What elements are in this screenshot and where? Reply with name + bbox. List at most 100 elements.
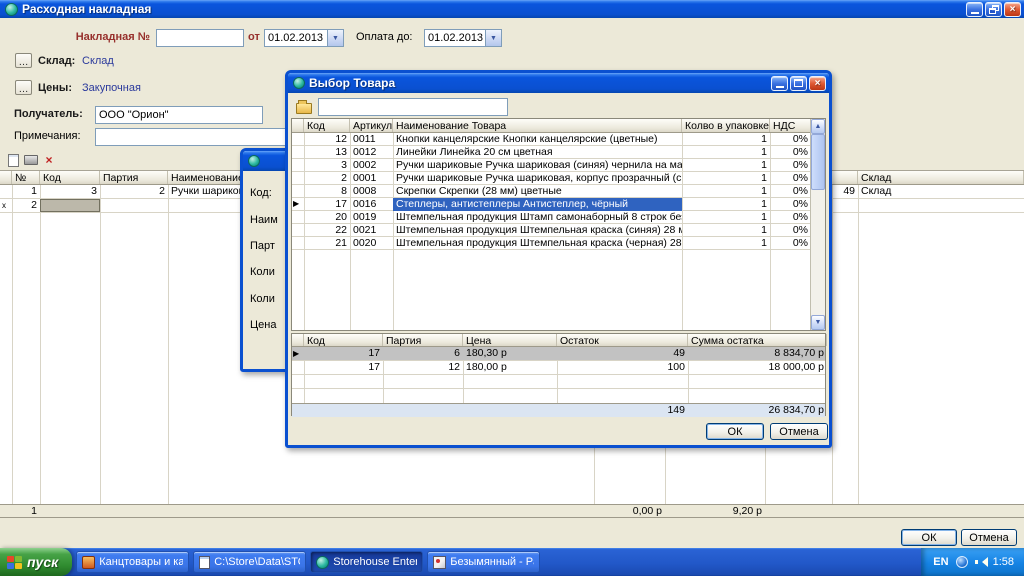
product-grid: Код Артикул Наименование Товара Колво в … xyxy=(291,118,826,331)
scroll-down-button[interactable]: ▼ xyxy=(811,315,825,330)
main-window-titlebar[interactable]: Расходная накладная × xyxy=(0,0,1024,18)
taskbar-task-catalog[interactable]: Канцтовары и канц... xyxy=(76,551,189,573)
col-header-code[interactable]: Код xyxy=(40,171,100,184)
cell-num: 2 xyxy=(12,199,40,212)
col-header-sum[interactable]: Сумма остатка xyxy=(688,334,827,346)
cell-pack: 1 xyxy=(682,185,770,197)
ok-button[interactable]: ОК xyxy=(901,529,957,546)
close-button[interactable]: × xyxy=(809,76,826,91)
ok-button[interactable]: ОК xyxy=(706,423,764,440)
product-search-input[interactable] xyxy=(318,98,508,116)
minimize-button[interactable] xyxy=(771,76,788,91)
col-header-code[interactable]: Код xyxy=(304,119,350,132)
dialog-title: Выбор Товара xyxy=(309,76,395,90)
table-row[interactable]: 22 0021 Штемпельная продукция Штемпельна… xyxy=(292,224,825,237)
item-field-label: Код: xyxy=(250,187,272,199)
taskbar-task-folder[interactable]: C:\Store\Data\STOR... xyxy=(193,551,306,573)
scrollbar-thumb[interactable] xyxy=(811,134,825,190)
col-header-warehouse[interactable]: Склад xyxy=(858,171,1024,184)
warehouse-picker-button[interactable]: … xyxy=(15,53,32,68)
item-field-label: Наим xyxy=(250,214,278,226)
cell-code: 22 xyxy=(304,224,350,236)
col-header-pack[interactable]: Колво в упаковке xyxy=(682,119,770,132)
invoice-no-input[interactable] xyxy=(156,29,244,47)
date-from-combo[interactable]: 01.02.2013 ▼ xyxy=(264,29,344,47)
table-row[interactable]: 2 0001 Ручки шариковые Ручка шариковая, … xyxy=(292,172,825,185)
tray-volume-icon[interactable] xyxy=(975,557,986,567)
table-row[interactable]: 8 0008 Скрепки Скрепки (28 мм) цветные 1… xyxy=(292,185,825,198)
selected-cell[interactable] xyxy=(40,199,100,212)
open-folder-button[interactable] xyxy=(293,97,315,116)
total-sum1: 0,00 р xyxy=(594,505,665,518)
cell-pack: 1 xyxy=(682,146,770,158)
cell-code: 3 xyxy=(40,185,100,198)
cell-vat: 0% xyxy=(770,146,811,158)
cell-article: 0016 xyxy=(350,198,393,210)
cell-code: 13 xyxy=(304,146,350,158)
cell-code: 2 xyxy=(304,172,350,184)
item-field-label: Коли xyxy=(250,293,275,305)
product-dialog-titlebar[interactable]: Выбор Товара × xyxy=(288,73,829,93)
tray-network-icon[interactable] xyxy=(956,556,968,568)
cancel-button[interactable]: Отмена xyxy=(961,529,1017,546)
taskbar: пуск Канцтовары и канц... C:\Store\Data\… xyxy=(0,548,1024,576)
col-header-article[interactable]: Артикул xyxy=(350,119,393,132)
minimize-button[interactable] xyxy=(966,2,983,17)
table-row[interactable]: 12 0011 Кнопки канцелярские Кнопки канце… xyxy=(292,133,825,146)
col-header-vat[interactable]: НДС xyxy=(770,119,811,132)
prices-picker-button[interactable]: … xyxy=(15,80,32,95)
table-row-empty[interactable] xyxy=(292,375,825,389)
cell-name: Степлеры, антистеплеры Антистеплер, чёрн… xyxy=(393,198,682,211)
document-icon xyxy=(199,556,210,569)
close-button[interactable]: × xyxy=(1004,2,1021,17)
col-header-gutter xyxy=(292,334,304,346)
prices-value: Закупочная xyxy=(82,82,141,94)
col-header-blank[interactable] xyxy=(832,171,858,184)
col-header-name[interactable]: Наименование Товара xyxy=(393,119,682,132)
taskbar-task-storehouse[interactable]: Storehouse Enterprise xyxy=(310,551,423,573)
warehouse-value: Склад xyxy=(82,55,114,67)
cell-code: 21 xyxy=(304,237,350,249)
chevron-down-icon[interactable]: ▼ xyxy=(485,30,501,46)
col-header-num[interactable]: № xyxy=(12,171,40,184)
cell-name: Ручки шариковые Ручка шариковая, корпус … xyxy=(393,172,682,184)
vertical-scrollbar[interactable]: ▲ ▼ xyxy=(810,119,825,330)
language-indicator[interactable]: EN xyxy=(933,556,948,568)
print-button[interactable] xyxy=(23,152,39,168)
cell-vat: 0% xyxy=(770,172,811,184)
new-row-button[interactable] xyxy=(5,152,21,168)
cell-pack: 1 xyxy=(682,133,770,145)
col-header-batch[interactable]: Партия xyxy=(383,334,463,346)
table-row[interactable]: 21 0020 Штемпельная продукция Штемпельна… xyxy=(292,237,825,250)
cell-pack: 1 xyxy=(682,159,770,171)
cell-pack: 1 xyxy=(682,172,770,184)
edit-marker-icon: х xyxy=(0,199,12,212)
scroll-up-button[interactable]: ▲ xyxy=(811,119,825,134)
clock[interactable]: 1:58 xyxy=(993,556,1014,568)
table-row[interactable]: 3 0002 Ручки шариковые Ручка шариковая (… xyxy=(292,159,825,172)
cancel-button[interactable]: Отмена xyxy=(770,423,828,440)
folder-icon xyxy=(296,103,312,114)
start-button[interactable]: пуск xyxy=(0,548,72,576)
recipient-input[interactable] xyxy=(95,106,263,124)
table-row[interactable]: 20 0019 Штемпельная продукция Штамп само… xyxy=(292,211,825,224)
delete-row-button[interactable]: × xyxy=(41,152,57,168)
table-row[interactable]: 17 12 180,00 р 100 18 000,00 р xyxy=(292,361,825,375)
table-row-selected[interactable]: ▶ 17 0016 Степлеры, антистеплеры Антисте… xyxy=(292,198,825,211)
col-header-batch[interactable]: Партия xyxy=(100,171,168,184)
taskbar-task-paint[interactable]: Безымянный - Paint xyxy=(427,551,540,573)
cell-vat: 0% xyxy=(770,224,811,236)
cell-batch: 2 xyxy=(100,185,168,198)
chevron-down-icon[interactable]: ▼ xyxy=(327,30,343,46)
cell-code: 3 xyxy=(304,159,350,171)
col-header-price[interactable]: Цена xyxy=(463,334,557,346)
col-header-code[interactable]: Код xyxy=(304,334,383,346)
maximize-button[interactable] xyxy=(790,76,807,91)
col-header-stock[interactable]: Остаток xyxy=(557,334,688,346)
from-label: от xyxy=(248,31,260,43)
restore-button[interactable] xyxy=(985,2,1002,17)
table-row-selected[interactable]: ▶ 17 6 180,30 р 49 8 834,70 р xyxy=(292,347,825,361)
pay-until-combo[interactable]: 01.02.2013 ▼ xyxy=(424,29,502,47)
table-row[interactable]: 13 0012 Линейки Линейка 20 см цветная 1 … xyxy=(292,146,825,159)
new-document-icon xyxy=(8,154,19,167)
